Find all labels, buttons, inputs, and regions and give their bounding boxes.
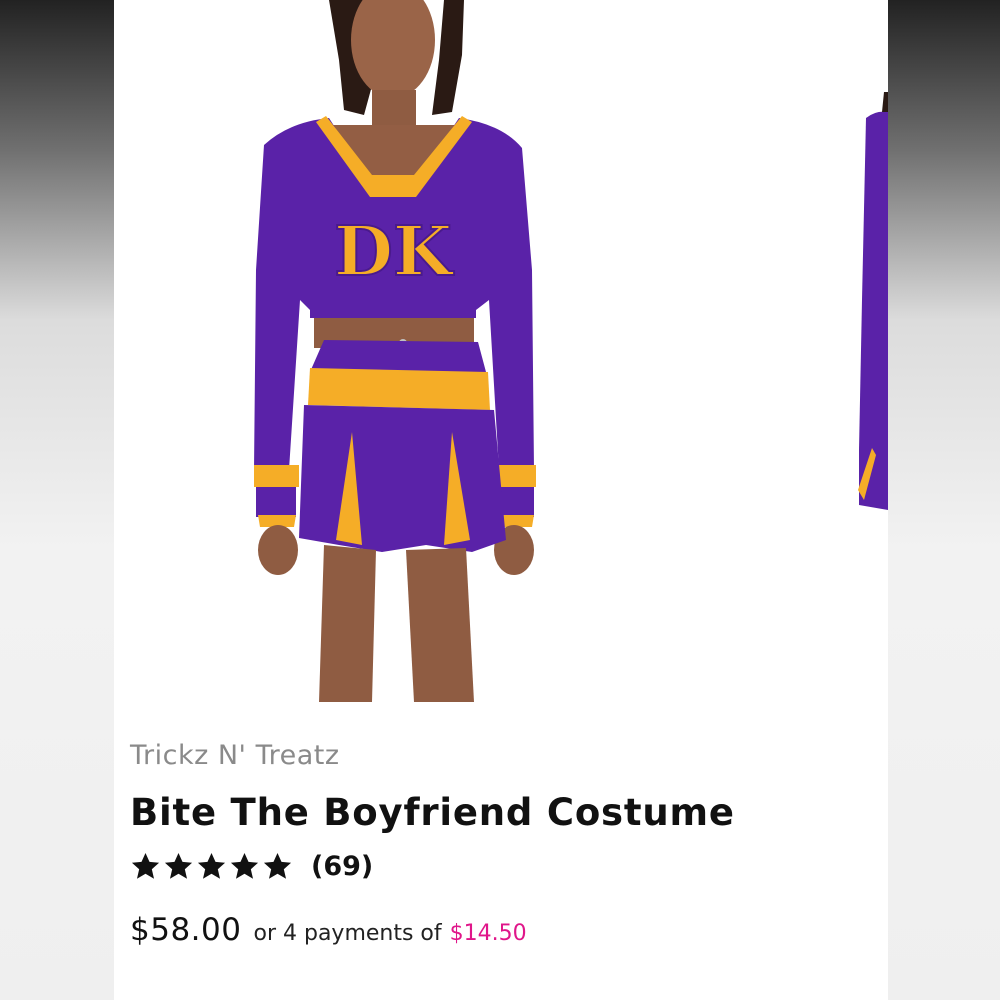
star-icon [230, 852, 259, 879]
background-right [888, 0, 1000, 1000]
installment-amount[interactable]: $14.50 [450, 921, 527, 946]
review-count[interactable]: (69) [311, 851, 373, 882]
installment-text: or 4 payments of [253, 921, 442, 946]
next-image-preview [858, 92, 888, 510]
star-icon [263, 852, 292, 879]
product-title: Bite The Boyfriend Costume [130, 791, 735, 834]
product-info: Trickz N' Treatz Bite The Boyfriend Cost… [130, 740, 870, 948]
product-image-carousel[interactable]: DK [114, 0, 888, 702]
rating-row[interactable]: (69) [130, 846, 870, 886]
price-row: $58.00 or 4 payments of $14.50 [130, 912, 870, 948]
costume-illustration: DK [254, 0, 536, 702]
product-page: DK Trickz N' Treatz Bite The Boyfriend C… [114, 0, 888, 1000]
logo-text: DK [334, 212, 455, 292]
star-icon [197, 852, 226, 879]
next-product-image[interactable] [854, 0, 888, 702]
product-price: $58.00 [130, 912, 242, 948]
star-rating [130, 851, 293, 882]
brand-name[interactable]: Trickz N' Treatz [130, 740, 870, 771]
star-icon [131, 852, 160, 879]
background-left [0, 0, 114, 1000]
star-icon [164, 852, 193, 879]
product-image[interactable]: DK [114, 0, 888, 702]
